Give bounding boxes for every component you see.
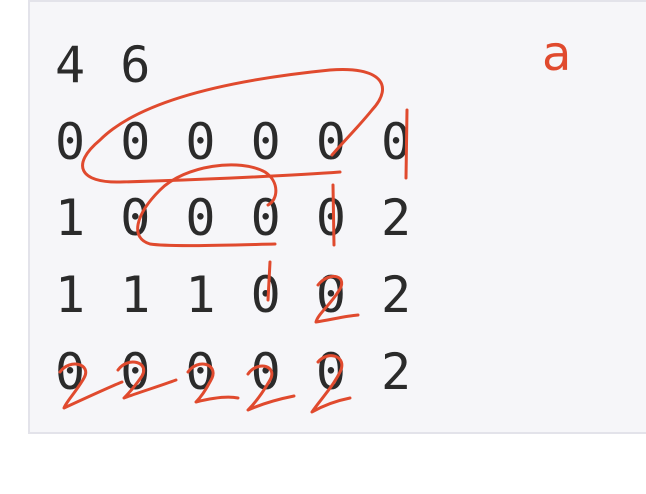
code-line-3: 1 0 0 0 0 2	[55, 189, 414, 247]
code-line-1: 4 6	[55, 36, 153, 94]
code-line-2: 0 0 0 0 0 0	[55, 113, 414, 171]
code-line-4: 1 1 1 0 0 2	[55, 266, 414, 324]
code-line-5: 0 0 0 0 0 2	[55, 343, 414, 401]
